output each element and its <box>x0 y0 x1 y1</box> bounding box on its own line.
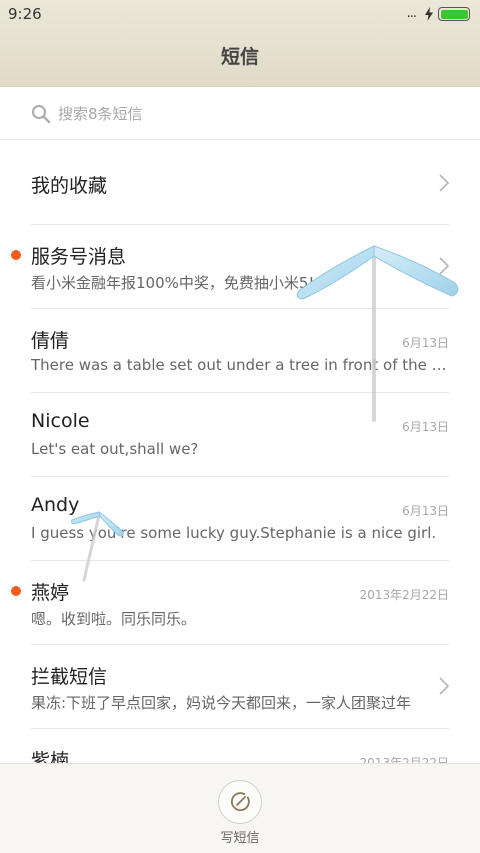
conversation-date: 6月13日 <box>402 336 449 350</box>
app-header: 9:26 ... 短信 <box>0 0 480 87</box>
conversation-item[interactable]: 倩倩 6月13日 There was a table set out under… <box>0 309 480 393</box>
favorites-row[interactable]: 我的收藏 <box>0 141 480 225</box>
conversation-date: 6月13日 <box>402 420 449 434</box>
conversation-preview: Let's eat out,shall we? <box>31 440 199 458</box>
battery-level <box>440 9 468 19</box>
conversation-item[interactable]: Nicole 6月13日 Let's eat out,shall we? <box>0 393 480 477</box>
conversation-preview: 嗯。收到啦。同乐同乐。 <box>31 610 197 628</box>
conversation-name: 倩倩 <box>31 330 70 352</box>
compose-button[interactable] <box>218 780 262 824</box>
conversation-name: 燕婷 <box>31 582 70 604</box>
conversation-date: 2013年2月22日 <box>359 588 449 602</box>
chevron-right-icon <box>439 174 450 192</box>
chevron-right-icon <box>439 257 450 275</box>
conversation-item[interactable]: 拦截短信 果冻:下班了早点回家，妈说今天都回来，一家人团聚过年 <box>0 645 480 729</box>
search-icon <box>31 104 51 124</box>
search-bar <box>0 88 480 140</box>
conversation-preview: 看小米金融年报100%中奖，免费抽小米5! <box>31 274 315 292</box>
unread-dot <box>11 586 21 596</box>
conversation-preview: There was a table set out under a tree i… <box>31 356 449 374</box>
conversation-date: 6月13日 <box>402 504 449 518</box>
compose-label: 写短信 <box>220 831 260 846</box>
compose-icon <box>231 792 250 811</box>
bottom-bar: 写短信 <box>0 763 480 853</box>
charging-icon <box>425 7 433 21</box>
conversation-name: Andy <box>31 494 80 516</box>
battery-icon <box>438 7 470 21</box>
search-input[interactable] <box>58 101 438 127</box>
conversation-preview: 果冻:下班了早点回家，妈说今天都回来，一家人团聚过年 <box>31 694 412 712</box>
chevron-right-icon <box>439 677 450 695</box>
conversation-name: Nicole <box>31 410 90 432</box>
conversation-name: 拦截短信 <box>31 666 108 688</box>
unread-dot <box>11 250 21 260</box>
status-bar: 9:26 ... <box>0 0 480 28</box>
signal-icon: ... <box>406 6 417 21</box>
favorites-label: 我的收藏 <box>31 175 108 197</box>
page-title: 短信 <box>220 46 259 68</box>
conversation-item[interactable]: 燕婷 2013年2月22日 嗯。收到啦。同乐同乐。 <box>0 561 480 645</box>
conversation-item[interactable]: 服务号消息 看小米金融年报100%中奖，免费抽小米5! <box>0 225 480 309</box>
status-icons: ... <box>407 6 470 22</box>
conversation-item[interactable]: Andy 6月13日 I guess you're some lucky guy… <box>0 477 480 561</box>
conversation-preview: I guess you're some lucky guy.Stephanie … <box>31 524 437 542</box>
status-time: 9:26 <box>8 5 42 23</box>
conversation-name: 服务号消息 <box>31 246 127 268</box>
